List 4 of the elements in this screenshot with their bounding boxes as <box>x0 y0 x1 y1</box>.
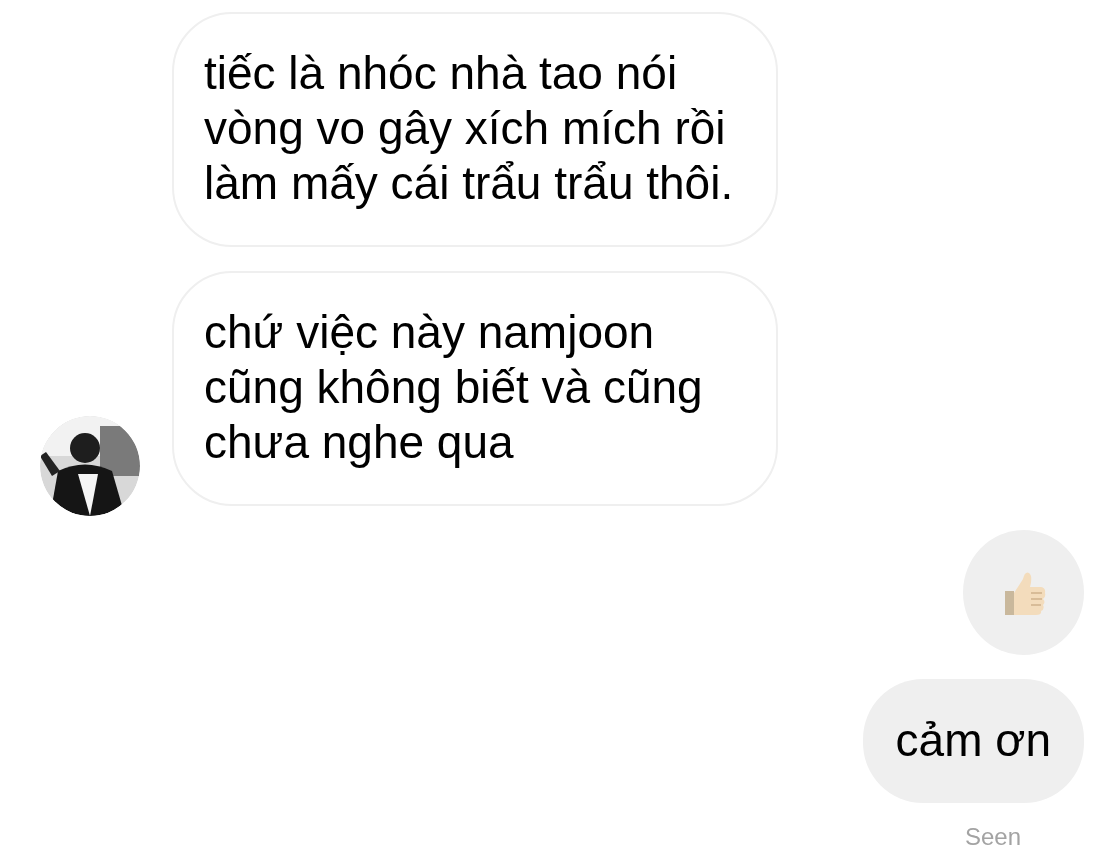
message-bubble: tiếc là nhóc nhà tao nói vòng vo gây xích mích rồi làm mấy cái trẩu trẩu thôi. <box>172 12 778 247</box>
message-bubble: chứ việc này namjoon cũng không biết và cũng chưa nghe qua <box>172 271 778 506</box>
seen-status: Seen <box>964 823 1021 851</box>
message-bubble: cảm ơn <box>862 679 1084 803</box>
